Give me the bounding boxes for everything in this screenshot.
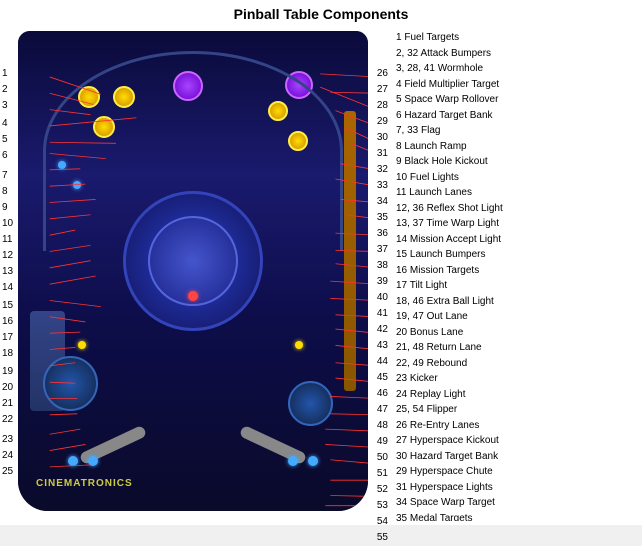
legend-item-11: 11 Launch Lanes: [396, 185, 636, 201]
light-1: [58, 161, 66, 169]
legend-area: 1 Fuel Targets 2, 32 Attack Bumpers 3, 2…: [390, 26, 642, 521]
legend-item-24: 24 Replay Light: [396, 387, 636, 403]
legend-item-2: 2, 32 Attack Bumpers: [396, 46, 636, 62]
main-layout: 1 2 3 4 5 6 7 8 9 10 11 12 13 14 15 16 1…: [0, 26, 642, 521]
right-rail: [344, 111, 356, 391]
page-container: Pinball Table Components 1 2 3 4 5 6 7 8…: [0, 0, 642, 525]
pinball-table: CINEMATRONICS: [18, 31, 368, 511]
legend-item-13: 13, 37 Time Warp Light: [396, 216, 636, 232]
light-2: [73, 181, 81, 189]
page-title: Pinball Table Components: [0, 0, 642, 26]
legend-item-4: 4 Field Multiplier Target: [396, 77, 636, 93]
legend-item-15: 15 Launch Bumpers: [396, 247, 636, 263]
legend-item-1: 1 Fuel Targets: [396, 30, 636, 46]
cinematronics-label: CINEMATRONICS: [36, 478, 133, 489]
legend-item-25: 25, 54 Flipper: [396, 402, 636, 418]
legend-item-7: 7, 33 Flag: [396, 123, 636, 139]
legend-item-14: 14 Mission Accept Light: [396, 232, 636, 248]
legend-item-29: 29 Hyperspace Chute: [396, 464, 636, 480]
legend-item-10: 10 Fuel Lights: [396, 170, 636, 186]
yellow-light-1: [78, 341, 86, 349]
right-numbers: 26 27 28 29 30 31 32 33 34 35 36 37 38 3…: [377, 66, 388, 546]
kicker: [43, 356, 98, 411]
bottom-light-3: [308, 456, 318, 466]
legend-item-12: 12, 36 Reflex Shot Light: [396, 201, 636, 217]
pinball-area: 1 2 3 4 5 6 7 8 9 10 11 12 13 14 15 16 1…: [0, 26, 390, 516]
legend-item-27: 27 Hyperspace Kickout: [396, 433, 636, 449]
legend-item-5: 5 Space Warp Rollover: [396, 92, 636, 108]
legend-item-35: 35 Medal Targets: [396, 511, 636, 522]
legend-item-30: 30 Hazard Target Bank: [396, 449, 636, 465]
kicker-right: [288, 381, 333, 426]
legend-item-17: 17 Tilt Light: [396, 278, 636, 294]
legend-item-19: 19, 47 Out Lane: [396, 309, 636, 325]
yellow-light-2: [295, 341, 303, 349]
attack-bumper-1: [268, 101, 288, 121]
bottom-light-2: [88, 456, 98, 466]
legend-item-9: 9 Black Hole Kickout: [396, 154, 636, 170]
attack-bumper-2: [288, 131, 308, 151]
legend-item-3: 3, 28, 41 Wormhole: [396, 61, 636, 77]
left-numbers: 1 2 3 4 5 6 7 8 9 10 11 12 13 14 15 16 1…: [2, 66, 13, 480]
bottom-light-4: [288, 456, 298, 466]
legend-item-31: 31 Hyperspace Lights: [396, 480, 636, 496]
legend-item-22: 22, 49 Rebound: [396, 356, 636, 372]
legend-item-6: 6 Hazard Target Bank: [396, 108, 636, 124]
red-light: [188, 291, 198, 301]
legend-item-34: 34 Space Warp Target: [396, 495, 636, 511]
legend-item-18: 18, 46 Extra Ball Light: [396, 294, 636, 310]
legend-item-21: 21, 48 Return Lane: [396, 340, 636, 356]
bottom-light-1: [68, 456, 78, 466]
legend-item-16: 16 Mission Targets: [396, 263, 636, 279]
legend-item-20: 20 Bonus Lane: [396, 325, 636, 341]
legend-item-8: 8 Launch Ramp: [396, 139, 636, 155]
legend-item-23: 23 Kicker: [396, 371, 636, 387]
legend-item-26: 26 Re-Entry Lanes: [396, 418, 636, 434]
